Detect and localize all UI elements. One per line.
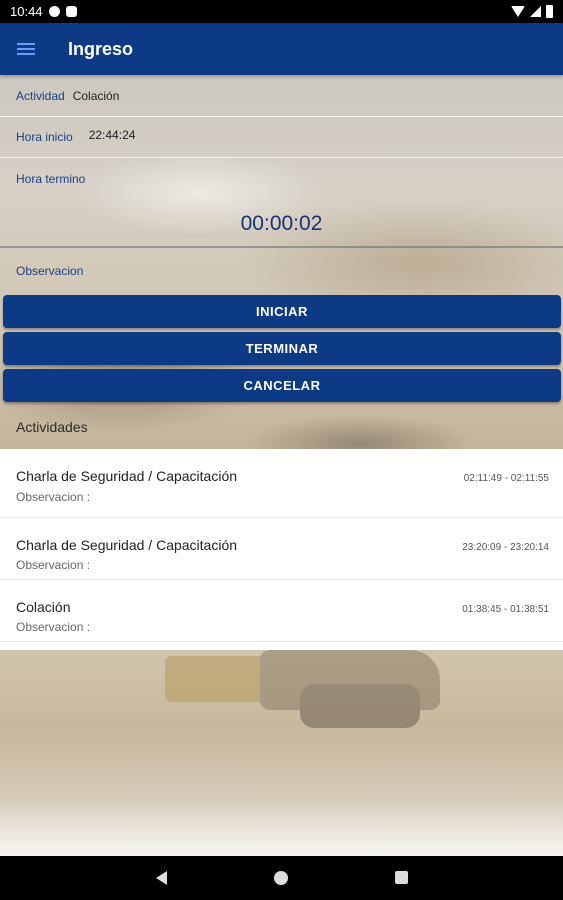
elapsed-timer: 00:00:02 (0, 199, 563, 248)
observacion-field[interactable]: Observacion (0, 250, 563, 292)
page-title: Ingreso (68, 38, 134, 59)
recents-icon[interactable] (395, 871, 408, 884)
list-item[interactable]: Charla de Seguridad / Capacitación Obser… (0, 518, 563, 580)
notification-icon (48, 6, 60, 17)
background-glare (0, 800, 563, 856)
hora-inicio-value: 22:44:24 (88, 128, 136, 142)
list-item[interactable]: Colación Observacion : 01:38:45 - 01:38:… (0, 580, 563, 642)
activities-section-title: Actividades (16, 419, 88, 435)
activity-time-range: 23:20:09 - 23:20:14 (462, 542, 549, 553)
activity-name: Colación (16, 599, 71, 615)
activity-observation: Observacion : (16, 620, 91, 634)
hora-inicio-label: Hora inicio (16, 130, 73, 144)
home-icon[interactable] (274, 871, 288, 885)
app-bar: Ingreso (0, 23, 563, 75)
activity-time-range: 01:38:45 - 01:38:51 (462, 604, 549, 615)
status-bar: 10:44 (0, 0, 563, 23)
back-icon[interactable] (156, 871, 167, 885)
hora-inicio-row: Hora inicio 22:44:24 (0, 117, 563, 158)
hora-termino-label: Hora termino (16, 171, 86, 186)
system-nav-bar (0, 856, 563, 900)
status-time: 10:44 (10, 4, 43, 19)
iniciar-button[interactable]: INICIAR (3, 295, 561, 328)
battery-icon (546, 5, 553, 18)
terminar-button[interactable]: TERMINAR (3, 332, 561, 365)
signal-icon (530, 6, 541, 17)
activity-observation: Observacion : (16, 558, 91, 572)
activity-observation: Observacion : (16, 490, 91, 504)
hamburger-icon (17, 43, 35, 55)
activity-name: Charla de Seguridad / Capacitación (16, 468, 238, 484)
activity-name: Charla de Seguridad / Capacitación (16, 537, 238, 553)
observacion-label: Observacion (16, 264, 84, 278)
activity-time-range: 02:11:49 - 02:11:55 (463, 473, 549, 484)
list-item[interactable]: Charla de Seguridad / Capacitación Obser… (0, 449, 563, 518)
activities-list: Charla de Seguridad / Capacitación Obser… (0, 449, 563, 650)
hora-termino-row: Hora termino (0, 158, 563, 199)
wifi-icon (511, 6, 525, 17)
sim-card-icon (65, 6, 77, 17)
cancelar-button[interactable]: CANCELAR (3, 369, 561, 402)
menu-button[interactable] (0, 23, 52, 75)
actividad-label: Actividad (16, 89, 65, 103)
actividad-value[interactable]: Colación (73, 89, 120, 103)
background-truck (165, 650, 445, 730)
actividad-row[interactable]: Actividad Colación (0, 76, 563, 117)
